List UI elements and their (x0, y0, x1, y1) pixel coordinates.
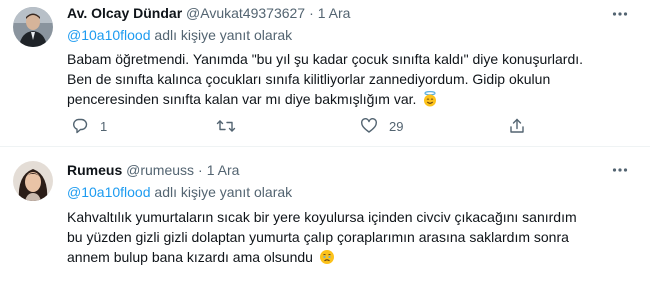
tweet-text-line: Kahvaltılık yumurtaların sıcak bir yere … (67, 209, 577, 225)
avatar[interactable] (13, 7, 53, 47)
share-button[interactable] (508, 116, 526, 136)
more-options-icon[interactable] (610, 4, 630, 24)
more-options-icon[interactable] (610, 160, 630, 180)
tweet-text-line-last: penceresinden sınıfta kalan var mı diye … (67, 89, 637, 109)
tweet-text: Babam öğretmendi. Yanımda "bu yıl şu kad… (67, 49, 637, 109)
replying-to-suffix: adlı kişiye yanıt olarak (150, 27, 293, 43)
tweet-text-line: Ben de sınıfta kalınca çocukları sınıfa … (67, 71, 551, 87)
separator-dot: · (309, 5, 314, 21)
retweet-button[interactable] (216, 116, 247, 136)
tweet-actions: 1 29 (67, 116, 627, 136)
author-handle[interactable]: @rumeuss (126, 162, 194, 178)
author-name[interactable]: Av. Olcay Dündar (67, 5, 182, 21)
timestamp[interactable]: 1 Ara (207, 162, 240, 178)
retweet-icon (216, 117, 236, 135)
face-holding-back-tears-icon (319, 249, 335, 265)
tweet-text: Kahvaltılık yumurtaların sıcak bir yere … (67, 207, 637, 267)
replying-to: @10a10flood adlı kişiye yanıt olarak (67, 25, 292, 45)
replying-to: @10a10flood adlı kişiye yanıt olarak (67, 182, 292, 202)
author-name[interactable]: Rumeus (67, 162, 122, 178)
like-button[interactable]: 29 (360, 116, 403, 136)
tweet-text-line: annem bulup bana kızardı ama olsundu (67, 249, 313, 265)
author-handle[interactable]: @Avukat49373627 (186, 5, 305, 21)
timestamp[interactable]: 1 Ara (318, 5, 351, 21)
reply-icon (71, 117, 89, 135)
share-icon (508, 117, 526, 135)
mention-link[interactable]: @10a10flood (67, 27, 151, 43)
separator-dot: · (198, 162, 203, 178)
mention-link[interactable]: @10a10flood (67, 184, 151, 200)
reply-button[interactable]: 1 (71, 116, 107, 136)
tweet[interactable]: Av. Olcay Dündar @Avukat49373627 · 1 Ara @… (0, 0, 650, 147)
tweet-header: Av. Olcay Dündar @Avukat49373627 · 1 Ara (67, 3, 350, 23)
tweet[interactable]: Rumeus @rumeuss · 1 Ara @10a10flood adlı k… (0, 147, 650, 298)
like-count: 29 (389, 118, 404, 134)
smiling-face-with-halo-icon (422, 91, 438, 107)
tweet-header: Rumeus @rumeuss · 1 Ara (67, 160, 239, 180)
reply-count: 1 (100, 118, 108, 134)
heart-icon (360, 117, 378, 135)
tweet-text-line: penceresinden sınıfta kalan var mı diye … (67, 91, 417, 107)
avatar[interactable] (13, 161, 53, 201)
replying-to-suffix: adlı kişiye yanıt olarak (150, 184, 293, 200)
tweet-text-line: Babam öğretmendi. Yanımda "bu yıl şu kad… (67, 51, 584, 67)
tweet-text-line-last: annem bulup bana kızardı ama olsundu (67, 247, 637, 267)
tweet-text-line: bu yüzden gizli gizli dolaptan yumurta ç… (67, 229, 569, 245)
